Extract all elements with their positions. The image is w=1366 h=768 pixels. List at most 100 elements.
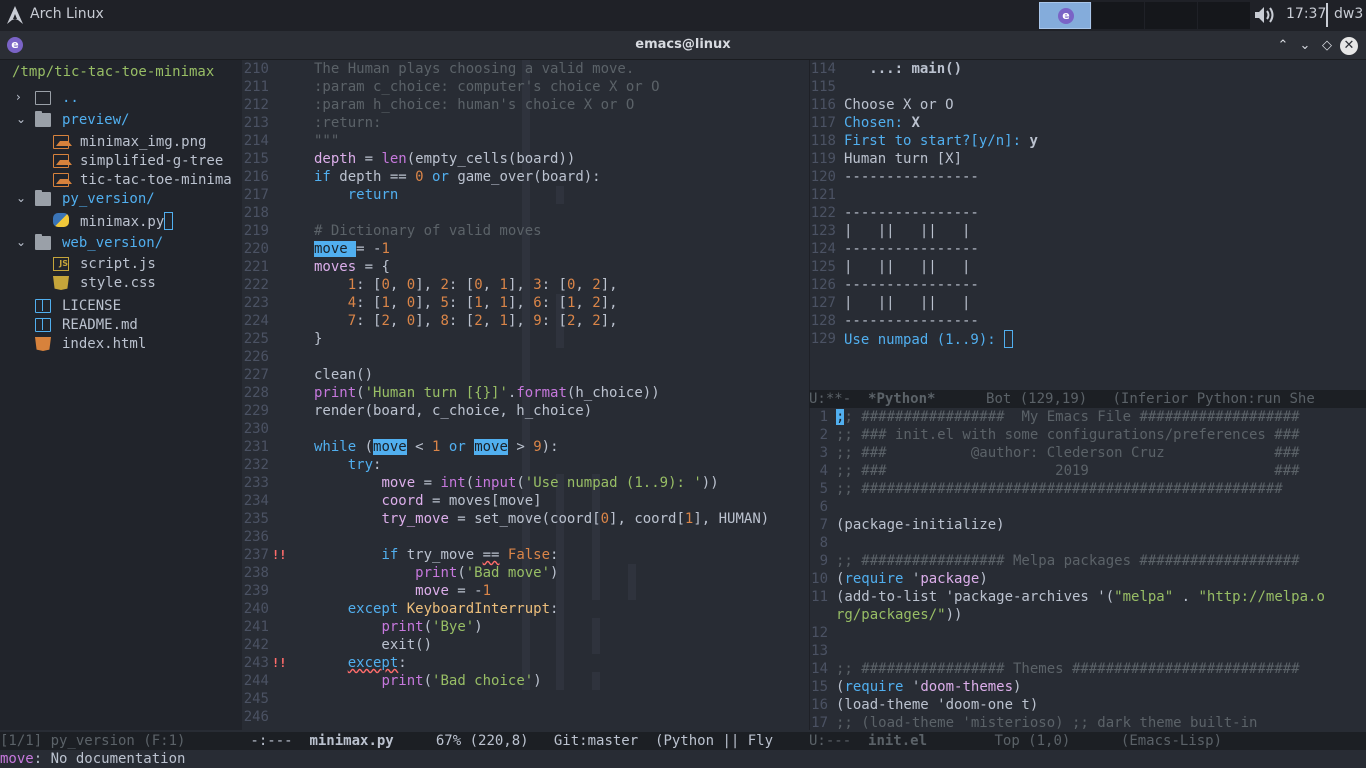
line-number: 217 [243, 187, 269, 203]
project-root[interactable]: /tmp/tic-tac-toe-minimax [12, 64, 214, 80]
workspace-4[interactable] [1198, 2, 1250, 29]
line-number: 5 [819, 481, 828, 497]
line-number: 228 [243, 385, 269, 401]
tree-item[interactable]: ›.. [0, 89, 242, 108]
line-text: ;; ### @author: Clederson Cruz ### [836, 445, 1300, 461]
elisp-line: 6 [810, 498, 1366, 516]
line-number: 14 [811, 661, 828, 677]
chevron-right-icon[interactable]: › [16, 90, 28, 104]
tree-item[interactable]: README.md [0, 316, 242, 335]
repl-line: 116 Choose X or O [810, 96, 1366, 114]
code-line: 245 [242, 690, 809, 708]
line-text: ;; ################# My Emacs File #####… [836, 409, 1300, 425]
window-title-bar: e emacs@linux ⌃ ⌄ ◇ ✕ [0, 31, 1366, 60]
line-number: 13 [811, 643, 828, 659]
window-title: emacs@linux [635, 37, 731, 52]
volume-icon[interactable] [1253, 5, 1277, 25]
emacs-icon: e [1058, 8, 1074, 24]
line-number: 225 [243, 331, 269, 347]
line-text: ---------------- [844, 313, 979, 329]
line-text: Chosen: X [844, 115, 920, 131]
minimize-button[interactable]: ⌄ [1296, 37, 1314, 55]
line-text: The Human plays choosing a valid move. [314, 61, 635, 77]
line-text: ;; ### 2019 ### [836, 463, 1300, 479]
chevron-down-icon[interactable]: ⌄ [16, 112, 28, 126]
tree-item[interactable]: style.css [0, 274, 242, 293]
line-number: 230 [243, 421, 269, 437]
line-text: except KeyboardInterrupt: [347, 601, 559, 617]
code-line: 232 try: [242, 456, 809, 474]
line-text: } [314, 331, 323, 347]
tree-item[interactable]: simplified-g-tree [0, 152, 242, 171]
line-number: 121 [810, 187, 836, 203]
init-el-pane[interactable]: 1 ;; ################# My Emacs File ####… [809, 408, 1366, 730]
line-text: ---------------- [844, 169, 979, 185]
repl-line: 117 Chosen: X [810, 114, 1366, 132]
tree-item[interactable]: minimax_img.png [0, 133, 242, 152]
close-button[interactable]: ✕ [1340, 37, 1358, 55]
warning-icon[interactable]: !! [272, 546, 286, 564]
tree-item[interactable]: minimax.py [0, 211, 242, 230]
code-line: 225} [242, 330, 809, 348]
arch-linux-icon[interactable] [5, 5, 25, 25]
warning-icon[interactable]: !! [272, 654, 286, 672]
line-text: return [347, 187, 399, 203]
tree-item[interactable]: ⌄ web_version/ [0, 234, 242, 253]
clock: 17:37 [1286, 6, 1327, 22]
repl-line: 123 | || || | [810, 222, 1366, 240]
chevron-down-icon[interactable]: ⌄ [16, 191, 28, 205]
maximize-button[interactable]: ◇ [1318, 37, 1336, 55]
line-number: 10 [811, 571, 828, 587]
line-text: 1: [0, 0], 2: [0, 1], 3: [0, 2], [347, 277, 618, 293]
line-text: rg/packages/")) [836, 607, 963, 623]
os-title: Arch Linux [30, 6, 104, 22]
elisp-line: 16 (load-theme 'doom-one t) [810, 696, 1366, 714]
line-text: 4: [1, 0], 5: [1, 1], 6: [1, 2], [347, 295, 618, 311]
line-number: 238 [243, 565, 269, 581]
code-line: 240 except KeyboardInterrupt: [242, 600, 809, 618]
line-text: ;; ################# Melpa packages ####… [836, 553, 1300, 569]
repl-line: 124 ---------------- [810, 240, 1366, 258]
line-text: ---------------- [844, 277, 979, 293]
tree-item[interactable]: ⌄ preview/ [0, 111, 242, 130]
line-text: ---------------- [844, 241, 979, 257]
code-line: 214 """ [242, 132, 809, 150]
line-number: 210 [243, 61, 269, 77]
python-repl-pane[interactable]: 114 ...: main() 115 116 Choose X or O 117 Cho… [809, 60, 1366, 390]
line-text: # Dictionary of valid moves [314, 223, 542, 239]
line-number: 237 [243, 547, 269, 563]
tree-item[interactable]: LICENSE [0, 297, 242, 316]
line-text: (require 'package) [836, 571, 988, 587]
line-number: 233 [243, 475, 269, 491]
line-text: if depth == 0 or game_over(board): [314, 169, 601, 185]
line-text: coord = moves[move] [381, 493, 542, 509]
tree-item-label: style.css [80, 275, 156, 291]
tree-item-label: simplified-g-tree [80, 153, 224, 169]
line-number: 246 [243, 709, 269, 725]
code-line: 220 move = -1 [242, 240, 809, 258]
shade-button[interactable]: ⌃ [1274, 37, 1292, 55]
workspace-2[interactable] [1092, 2, 1144, 29]
tree-item[interactable]: tic-tac-toe-minima [0, 171, 242, 190]
line-number: 2 [819, 427, 828, 443]
code-line: 230 [242, 420, 809, 438]
line-number: 226 [243, 349, 269, 365]
workspace-3[interactable] [1145, 2, 1197, 29]
line-number: 221 [243, 259, 269, 275]
code-line: 221 moves = { [242, 258, 809, 276]
line-text: First to start?[y/n]: y [844, 133, 1038, 149]
python-editor-pane[interactable]: 210 The Human plays choosing a valid move… [242, 60, 809, 730]
workspace-1[interactable]: e [1039, 2, 1091, 29]
repl-line: 120 ---------------- [810, 168, 1366, 186]
line-text: move = int(input('Use numpad (1..9): ')) [381, 475, 719, 491]
repl-line: 122 ---------------- [810, 204, 1366, 222]
chevron-down-icon[interactable]: ⌄ [16, 235, 28, 249]
js-file-icon: JS [53, 257, 69, 271]
tree-item[interactable]: ⌄ py_version/ [0, 190, 242, 209]
code-line: 231 while (move < 1 or move > 9): [242, 438, 809, 456]
tree-item[interactable]: JS script.js [0, 255, 242, 274]
tree-item-label: minimax.py [80, 212, 174, 230]
line-number: 234 [243, 493, 269, 509]
tree-item[interactable]: index.html [0, 335, 242, 354]
code-line: 213:return: [242, 114, 809, 132]
